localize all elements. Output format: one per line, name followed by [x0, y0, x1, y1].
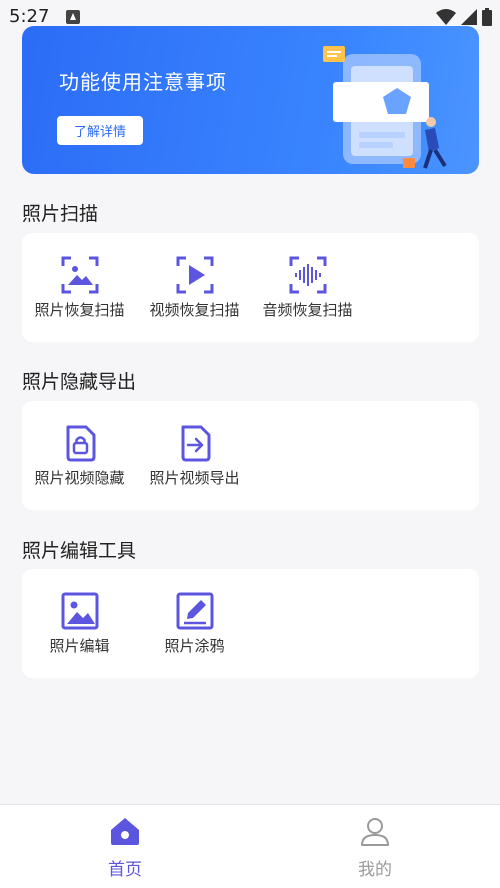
learn-more-button[interactable]: 了解详情	[57, 116, 143, 145]
photo-doodle-button[interactable]: 照片涂鸦	[137, 569, 252, 678]
status-time: 5:27	[9, 6, 50, 27]
photo-edit-button[interactable]: 照片编辑	[22, 569, 137, 678]
banner-illustration	[323, 46, 447, 169]
battery-icon	[482, 8, 492, 26]
home-icon	[111, 818, 139, 845]
section-title-photo-scan: 照片扫描	[22, 203, 99, 225]
pencil-square-icon	[176, 592, 213, 630]
audio-recovery-scan-button[interactable]: 音频恢复扫描	[250, 233, 365, 342]
video-scan-icon	[176, 256, 213, 294]
nav-home[interactable]: 首页	[65, 805, 185, 888]
person-icon	[361, 818, 389, 846]
tile-label: 照片视频导出	[149, 469, 240, 487]
photo-scan-icon	[61, 256, 98, 294]
nav-mine-label: 我的	[358, 860, 392, 880]
hide-export-card: 照片视频隐藏 照片视频导出	[22, 401, 479, 510]
section-title-edit-tools: 照片编辑工具	[22, 540, 137, 562]
wifi-icon	[436, 9, 456, 25]
lock-file-icon	[66, 425, 95, 462]
export-file-icon	[181, 425, 210, 462]
section-title-hide-export: 照片隐藏导出	[22, 371, 137, 393]
tile-label: 照片涂鸦	[164, 637, 225, 655]
video-recovery-scan-button[interactable]: 视频恢复扫描	[137, 233, 252, 342]
audio-scan-icon	[289, 256, 326, 294]
image-icon	[61, 592, 98, 630]
photo-video-export-button[interactable]: 照片视频导出	[137, 401, 252, 510]
signal-icon	[461, 9, 477, 25]
tile-label: 音频恢复扫描	[262, 301, 353, 319]
photo-recovery-scan-button[interactable]: 照片恢复扫描	[22, 233, 137, 342]
nav-home-label: 首页	[108, 860, 142, 880]
status-indicators	[436, 8, 492, 26]
info-banner[interactable]: 功能使用注意事项 了解详情	[22, 26, 479, 174]
tile-label: 照片编辑	[49, 637, 110, 655]
banner-title: 功能使用注意事项	[59, 70, 227, 94]
photo-scan-card: 照片恢复扫描 视频恢复扫描 音频恢复扫描	[22, 233, 479, 342]
notification-icon	[66, 10, 80, 24]
tile-label: 照片恢复扫描	[34, 301, 125, 319]
bottom-nav: 首页 我的	[0, 804, 500, 888]
tile-label: 视频恢复扫描	[149, 301, 240, 319]
nav-mine[interactable]: 我的	[315, 805, 435, 888]
photo-video-hide-button[interactable]: 照片视频隐藏	[22, 401, 137, 510]
tile-label: 照片视频隐藏	[34, 469, 125, 487]
edit-tools-card: 照片编辑 照片涂鸦	[22, 569, 479, 678]
